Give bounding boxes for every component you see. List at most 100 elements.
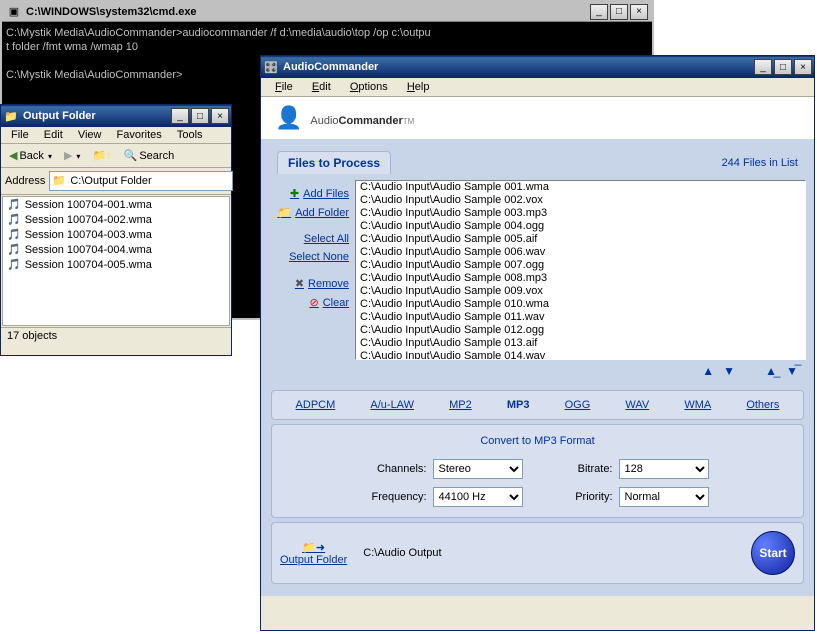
list-item[interactable]: 🎵Session 100704-004.wma (3, 242, 229, 257)
up-button[interactable]: 📁↑ (88, 147, 115, 164)
folder-arrow-icon: 📁➜ (302, 541, 325, 554)
cmd-title-text: C:\WINDOWS\system32\cmd.exe (26, 6, 590, 18)
tab-aulaw[interactable]: A/u-LAW (366, 397, 418, 413)
format-tabs: ADPCM A/u-LAW MP2 MP3 OGG WAV WMA Others (271, 390, 804, 420)
start-button[interactable]: Start (751, 531, 795, 575)
file-item[interactable]: C:\Audio Input\Audio Sample 004.ogg (356, 220, 805, 233)
maximize-button[interactable]: □ (191, 108, 209, 124)
file-item[interactable]: C:\Audio Input\Audio Sample 006.wav (356, 246, 805, 259)
address-input[interactable] (49, 171, 233, 191)
bitrate-select[interactable]: 128 (619, 459, 709, 479)
ac-titlebar: 🎛️ AudioCommander _ □ × (261, 56, 814, 78)
sort-arrows: ▲ ▼ ▲̲ ▼̅ (269, 360, 806, 386)
tab-mp3[interactable]: MP3 (503, 397, 534, 413)
tab-mp2[interactable]: MP2 (445, 397, 476, 413)
minimize-button[interactable]: _ (171, 108, 189, 124)
menu-file[interactable]: File (5, 127, 35, 143)
file-item[interactable]: C:\Audio Input\Audio Sample 002.vox (356, 194, 805, 207)
move-up-icon[interactable]: ▲ (702, 364, 714, 378)
priority-select[interactable]: Normal (619, 487, 709, 507)
menu-tools[interactable]: Tools (171, 127, 209, 143)
folder-icon: 📁 (52, 174, 66, 187)
files-section-title: Files to Process (277, 151, 391, 174)
x-icon: ✖ (295, 277, 304, 290)
menu-edit[interactable]: Edit (304, 79, 339, 95)
file-item[interactable]: C:\Audio Input\Audio Sample 012.ogg (356, 324, 805, 337)
output-panel: 📁➜ Output Folder C:\Audio Output Start (271, 522, 804, 584)
menu-edit[interactable]: Edit (38, 127, 69, 143)
audio-icon: 🎵 (7, 258, 21, 271)
file-list[interactable]: 🎵Session 100704-001.wma 🎵Session 100704-… (2, 196, 230, 326)
tab-wav[interactable]: WAV (621, 397, 653, 413)
frequency-label: Frequency: (367, 491, 427, 503)
select-none-link[interactable]: Select None (269, 248, 351, 266)
menu-view[interactable]: View (72, 127, 108, 143)
file-item[interactable]: C:\Audio Input\Audio Sample 001.wma (356, 181, 805, 194)
select-all-link[interactable]: Select All (269, 230, 351, 248)
clear-link[interactable]: ⊘Clear (269, 293, 351, 312)
menu-help[interactable]: Help (399, 79, 438, 95)
convert-title: Convert to MP3 Format (282, 435, 793, 447)
audio-icon: 🎵 (7, 243, 21, 256)
back-button[interactable]: ◀ Back (5, 147, 56, 164)
bitrate-label: Bitrate: (553, 463, 613, 475)
audio-icon: 🎵 (7, 228, 21, 241)
priority-label: Priority: (553, 491, 613, 503)
list-item[interactable]: 🎵Session 100704-003.wma (3, 227, 229, 242)
move-down-icon[interactable]: ▼ (723, 364, 735, 378)
list-item[interactable]: 🎵Session 100704-001.wma (3, 197, 229, 212)
cmd-icon: ▣ (6, 4, 22, 20)
forward-button[interactable]: ▶ (60, 147, 84, 164)
explorer-menu: File Edit View Favorites Tools (1, 127, 231, 144)
move-top-icon[interactable]: ▲̲ (765, 364, 777, 378)
logo-area: 👤 AudioCommanderTM (261, 97, 814, 139)
ac-menu: File Edit Options Help (261, 78, 814, 97)
tab-ogg[interactable]: OGG (561, 397, 595, 413)
address-label: Address (5, 175, 45, 187)
remove-link[interactable]: ✖Remove (269, 274, 351, 293)
explorer-title: Output Folder (23, 110, 171, 122)
cmd-titlebar: ▣ C:\WINDOWS\system32\cmd.exe _ □ × (2, 2, 652, 22)
file-listbox[interactable]: C:\Audio Input\Audio Sample 001.wma C:\A… (355, 180, 806, 360)
maximize-button[interactable]: □ (774, 59, 792, 75)
minimize-button[interactable]: _ (754, 59, 772, 75)
move-bottom-icon[interactable]: ▼̅ (786, 364, 798, 378)
search-button[interactable]: 🔍 Search (120, 147, 179, 164)
menu-favorites[interactable]: Favorites (111, 127, 168, 143)
list-item[interactable]: 🎵Session 100704-005.wma (3, 257, 229, 272)
audio-icon: 🎵 (7, 213, 21, 226)
ac-title: AudioCommander (283, 61, 754, 73)
tab-others[interactable]: Others (742, 397, 783, 413)
file-item[interactable]: C:\Audio Input\Audio Sample 003.mp3 (356, 207, 805, 220)
menu-options[interactable]: Options (342, 79, 396, 95)
file-item[interactable]: C:\Audio Input\Audio Sample 014.wav (356, 350, 805, 359)
frequency-select[interactable]: 44100 Hz (433, 487, 523, 507)
minimize-button[interactable]: _ (590, 4, 608, 20)
logo-icon: 👤 (275, 105, 302, 131)
file-item[interactable]: C:\Audio Input\Audio Sample 007.ogg (356, 259, 805, 272)
close-button[interactable]: × (794, 59, 812, 75)
tab-adpcm[interactable]: ADPCM (292, 397, 340, 413)
add-files-link[interactable]: ✚Add Files (269, 184, 351, 203)
file-item[interactable]: C:\Audio Input\Audio Sample 008.mp3 (356, 272, 805, 285)
file-count: 244 Files in List (722, 157, 798, 169)
output-folder-link[interactable]: 📁➜ Output Folder (280, 541, 347, 566)
file-item[interactable]: C:\Audio Input\Audio Sample 005.aif (356, 233, 805, 246)
file-item[interactable]: C:\Audio Input\Audio Sample 009.vox (356, 285, 805, 298)
file-item[interactable]: C:\Audio Input\Audio Sample 011.wav (356, 311, 805, 324)
menu-file[interactable]: File (267, 79, 301, 95)
explorer-window: 📁 Output Folder _ □ × File Edit View Fav… (0, 104, 232, 356)
file-item[interactable]: C:\Audio Input\Audio Sample 010.wma (356, 298, 805, 311)
logo-text: AudioCommanderTM (310, 108, 414, 129)
explorer-toolbar: ◀ Back ▶ 📁↑ 🔍 Search (1, 144, 231, 168)
close-button[interactable]: × (630, 4, 648, 20)
folder-icon: 📁 (277, 206, 291, 219)
channels-select[interactable]: Stereo (433, 459, 523, 479)
list-item[interactable]: 🎵Session 100704-002.wma (3, 212, 229, 227)
close-button[interactable]: × (211, 108, 229, 124)
app-icon: 🎛️ (263, 59, 279, 75)
tab-wma[interactable]: WMA (680, 397, 715, 413)
maximize-button[interactable]: □ (610, 4, 628, 20)
file-item[interactable]: C:\Audio Input\Audio Sample 013.aif (356, 337, 805, 350)
add-folder-link[interactable]: 📁Add Folder (269, 203, 351, 222)
